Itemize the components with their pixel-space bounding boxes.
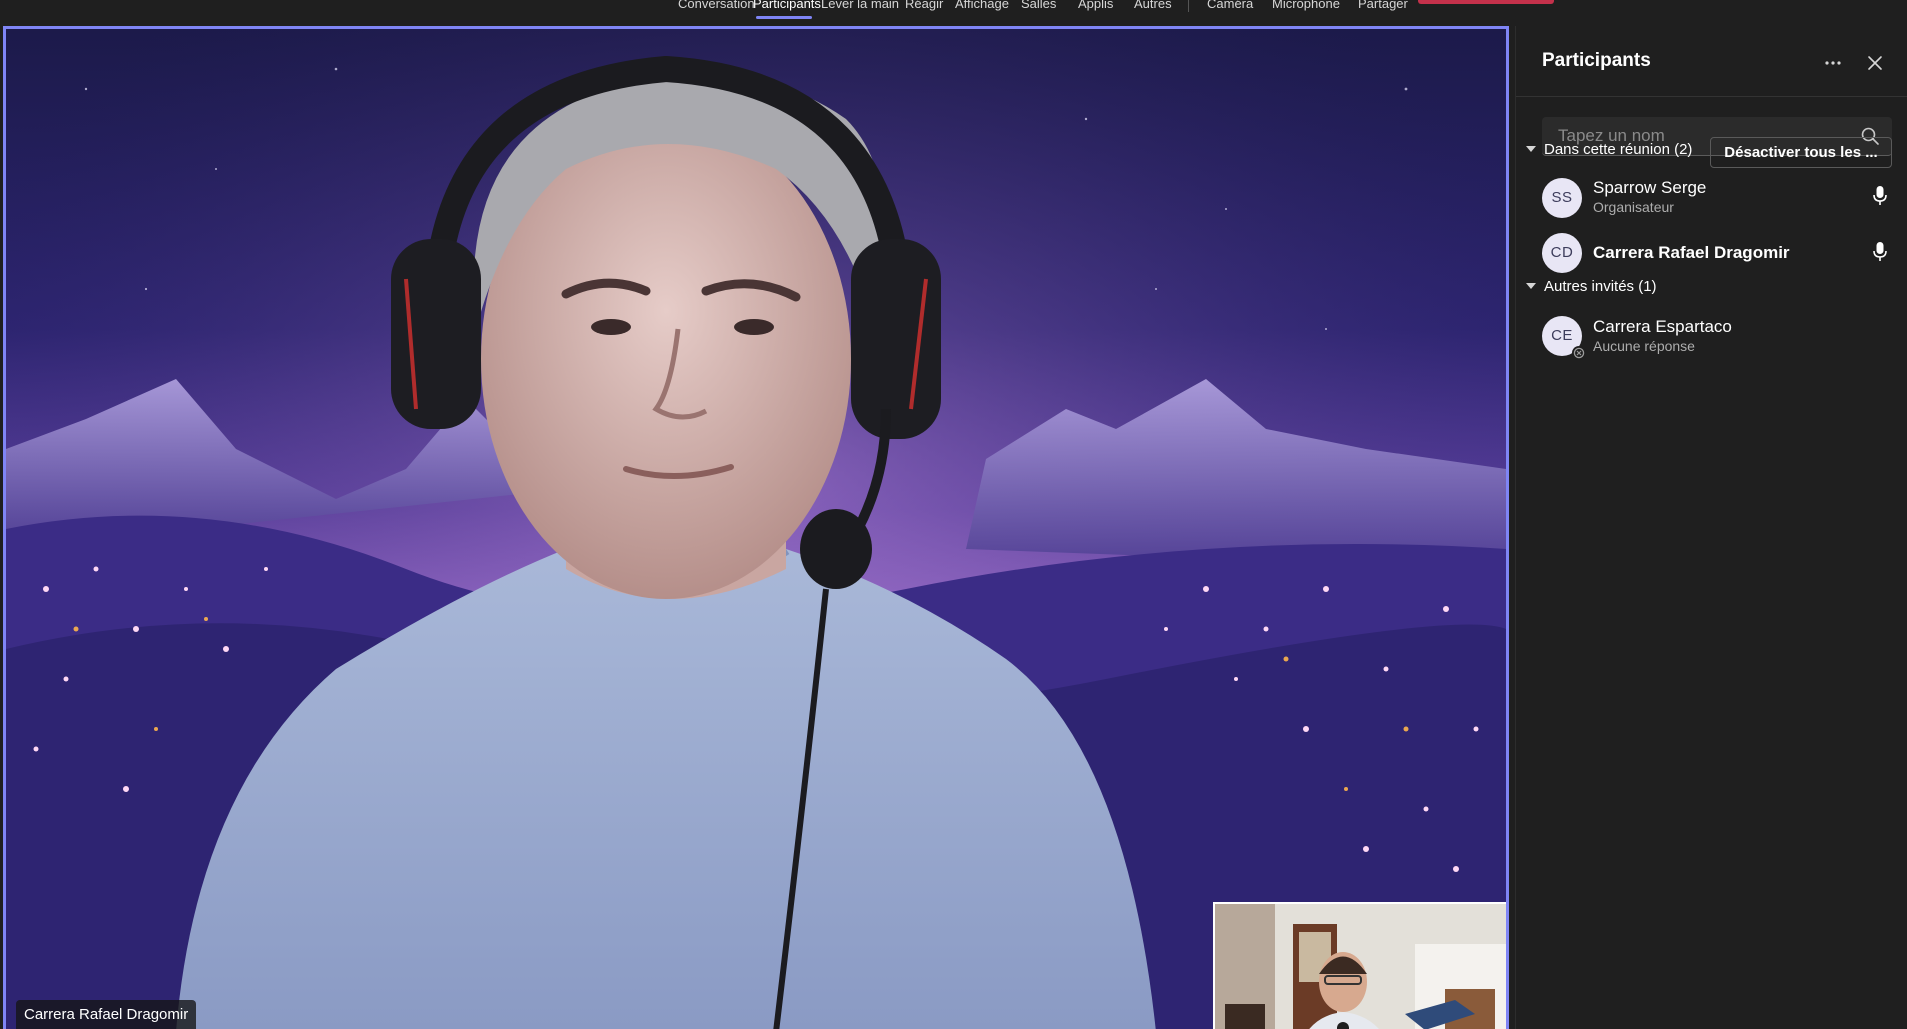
participants-panel: Participants Dans cette réunion (2) Désa… <box>1515 26 1907 1029</box>
avatar: SS <box>1542 178 1582 218</box>
others-label: Autres invités (1) <box>1544 277 1657 295</box>
self-view-video[interactable] <box>1213 902 1506 1029</box>
toolbar-apps[interactable]: Applis <box>1078 0 1113 14</box>
caret-down-icon <box>1526 146 1536 152</box>
self-video-feed <box>1215 904 1506 1029</box>
participant-name: Carrera Espartaco <box>1593 317 1732 336</box>
participant-name: Sparrow Serge <box>1593 178 1707 197</box>
participant-row[interactable]: CE Carrera Espartaco Aucune réponse <box>1516 306 1907 362</box>
avatar: CD <box>1542 233 1582 273</box>
leave-button[interactable] <box>1418 0 1554 4</box>
participant-status: Aucune réponse <box>1593 338 1695 354</box>
active-tab-indicator <box>756 16 812 19</box>
toolbar-divider <box>1188 0 1189 12</box>
toolbar-microphone[interactable]: Microphone <box>1272 0 1340 14</box>
toolbar-camera[interactable]: Caméra <box>1207 0 1253 14</box>
toolbar-participants[interactable]: Participants <box>753 0 821 14</box>
participant-name: Carrera Rafael Dragomir <box>1593 243 1790 262</box>
close-icon <box>1868 56 1882 70</box>
in-meeting-label: Dans cette réunion (2) <box>1544 140 1693 158</box>
more-options-icon <box>1825 61 1841 65</box>
mute-all-button[interactable]: Désactiver tous les ... <box>1710 137 1892 168</box>
toolbar-conversation[interactable]: Conversation <box>678 0 755 14</box>
panel-header: Participants <box>1516 26 1907 97</box>
more-options-button[interactable] <box>1818 48 1848 78</box>
meeting-toolbar: Conversation Participants Lever la main … <box>0 0 1907 20</box>
unavailable-status-icon <box>1573 347 1585 359</box>
others-section-toggle[interactable]: Autres invités (1) <box>1524 275 1657 297</box>
panel-title: Participants <box>1542 50 1651 71</box>
in-meeting-section-toggle[interactable]: Dans cette réunion (2) <box>1524 138 1692 160</box>
toolbar-view[interactable]: Affichage <box>955 0 1009 14</box>
toolbar-more[interactable]: Autres <box>1134 0 1172 14</box>
caret-down-icon <box>1526 283 1536 289</box>
toolbar-share[interactable]: Partager <box>1358 0 1408 14</box>
status-badge <box>1572 346 1586 360</box>
speaker-video <box>6 29 1506 1029</box>
participant-role: Organisateur <box>1593 199 1674 215</box>
main-video-stage[interactable]: Carrera Rafael Dragomir <box>3 26 1509 1029</box>
microphone-icon[interactable] <box>1872 241 1888 263</box>
toolbar-react[interactable]: Réagir <box>905 0 943 14</box>
toolbar-raise-hand[interactable]: Lever la main <box>821 0 899 14</box>
microphone-icon[interactable] <box>1872 185 1888 207</box>
participant-row[interactable]: CD Carrera Rafael Dragomir <box>1516 223 1907 279</box>
participant-row[interactable]: SS Sparrow Serge Organisateur <box>1516 168 1907 224</box>
toolbar-rooms[interactable]: Salles <box>1021 0 1056 14</box>
close-panel-button[interactable] <box>1860 48 1890 78</box>
speaker-name-tag: Carrera Rafael Dragomir <box>16 1000 197 1029</box>
